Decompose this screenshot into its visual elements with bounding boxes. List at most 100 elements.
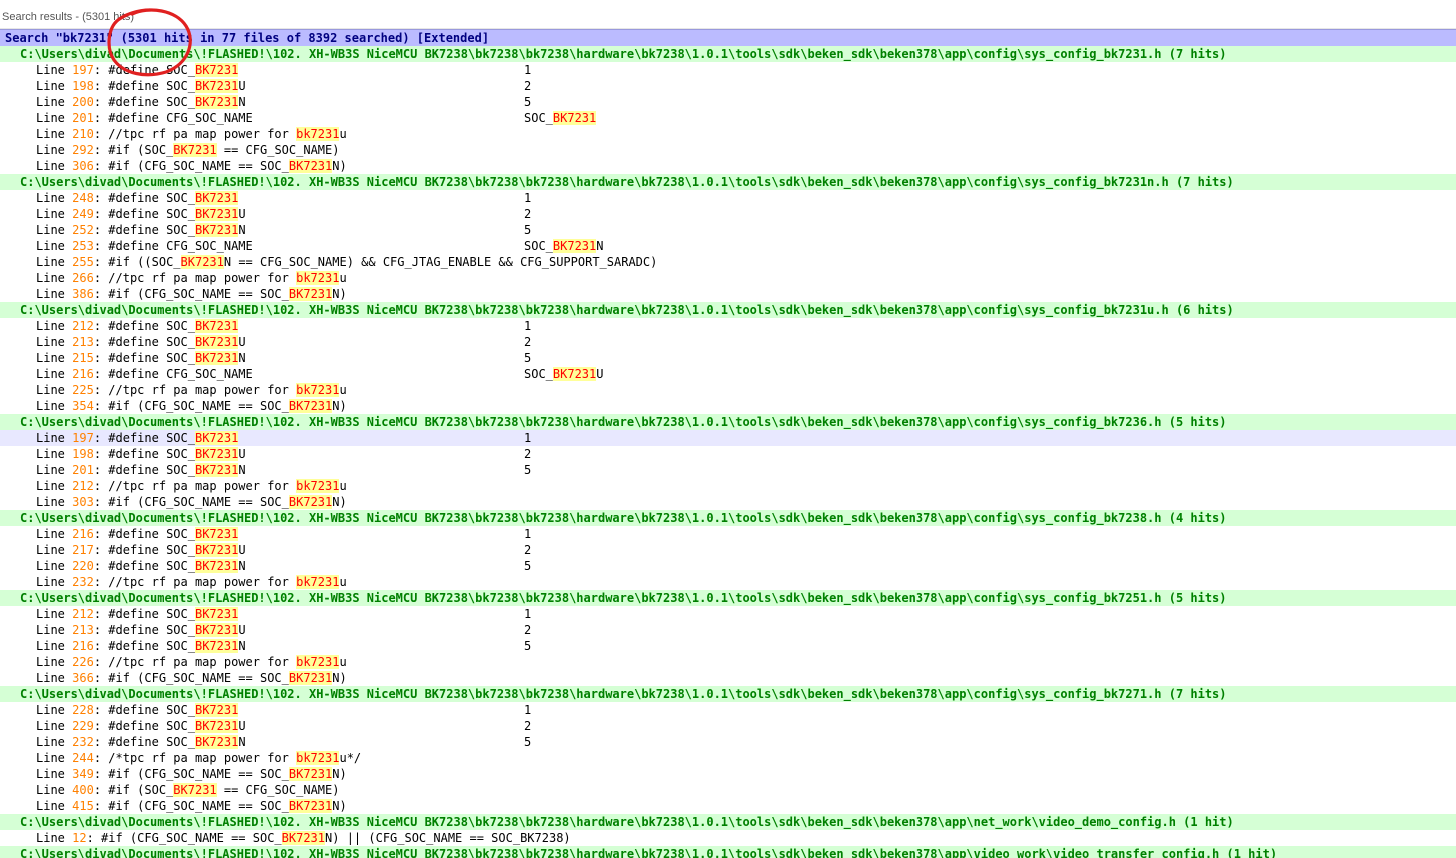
search-hit-highlight: bk7231 bbox=[296, 271, 340, 285]
line-code: #define SOC_BK7231N bbox=[108, 351, 246, 365]
line-result-row[interactable]: Line 213: #define SOC_BK7231U 2 bbox=[0, 622, 1456, 638]
line-result-row[interactable]: Line 248: #define SOC_BK7231 1 bbox=[0, 190, 1456, 206]
file-result-row[interactable]: C:\Users\divad\Documents\!FLASHED!\102. … bbox=[0, 414, 1456, 430]
line-result-row[interactable]: Line 249: #define SOC_BK7231U 2 bbox=[0, 206, 1456, 222]
line-result-row[interactable]: Line 292: #if (SOC_BK7231 == CFG_SOC_NAM… bbox=[0, 142, 1456, 158]
line-result-row[interactable]: Line 201: #define CFG_SOC_NAME SOC_BK7231 bbox=[0, 110, 1456, 126]
line-code: #if (SOC_BK7231 == CFG_SOC_NAME) bbox=[108, 783, 340, 797]
line-separator: : bbox=[93, 735, 109, 749]
line-code: #define CFG_SOC_NAME bbox=[108, 111, 253, 125]
line-separator: : bbox=[93, 719, 109, 733]
line-result-row[interactable]: Line 306: #if (CFG_SOC_NAME == SOC_BK723… bbox=[0, 158, 1456, 174]
line-result-row[interactable]: Line 217: #define SOC_BK7231U 2 bbox=[0, 542, 1456, 558]
line-code: #define SOC_BK7231N bbox=[108, 95, 246, 109]
line-result-row[interactable]: Line 212: #define SOC_BK7231 1 bbox=[0, 318, 1456, 334]
line-number: 212 bbox=[72, 479, 94, 493]
line-result-row[interactable]: Line 200: #define SOC_BK7231N 5 bbox=[0, 94, 1456, 110]
line-label: Line bbox=[36, 287, 73, 301]
line-result-row[interactable]: Line 216: #define SOC_BK7231N 5 bbox=[0, 638, 1456, 654]
line-separator: : bbox=[93, 271, 109, 285]
line-separator: : bbox=[93, 431, 109, 445]
search-hit-highlight: BK7231 bbox=[552, 367, 597, 381]
line-number: 216 bbox=[72, 527, 94, 541]
line-label: Line bbox=[36, 79, 73, 93]
search-hit-highlight: BK7231 bbox=[194, 431, 239, 445]
line-define-value: 1 bbox=[524, 63, 532, 77]
line-result-row[interactable]: Line 215: #define SOC_BK7231N 5 bbox=[0, 350, 1456, 366]
line-result-row[interactable]: Line 400: #if (SOC_BK7231 == CFG_SOC_NAM… bbox=[0, 782, 1456, 798]
search-hit-highlight: BK7231 bbox=[288, 799, 333, 813]
search-hit-highlight: BK7231 bbox=[194, 63, 239, 77]
line-label: Line bbox=[36, 447, 73, 461]
line-result-row[interactable]: Line 212: //tpc rf pa map power for bk72… bbox=[0, 478, 1456, 494]
line-code: #if (CFG_SOC_NAME == SOC_BK7231N) bbox=[108, 799, 347, 813]
line-code: #if (CFG_SOC_NAME == SOC_BK7231N) bbox=[108, 399, 347, 413]
line-result-row[interactable]: Line 366: #if (CFG_SOC_NAME == SOC_BK723… bbox=[0, 670, 1456, 686]
line-result-row[interactable]: Line 266: //tpc rf pa map power for bk72… bbox=[0, 270, 1456, 286]
search-hit-highlight: BK7231 bbox=[173, 783, 217, 797]
file-result-row[interactable]: C:\Users\divad\Documents\!FLASHED!\102. … bbox=[0, 686, 1456, 702]
line-result-row[interactable]: Line 228: #define SOC_BK7231 1 bbox=[0, 702, 1456, 718]
line-result-row[interactable]: Line 303: #if (CFG_SOC_NAME == SOC_BK723… bbox=[0, 494, 1456, 510]
line-result-row[interactable]: Line 244: /*tpc rf pa map power for bk72… bbox=[0, 750, 1456, 766]
line-result-row[interactable]: Line 197: #define SOC_BK7231 1 bbox=[0, 62, 1456, 78]
line-result-row[interactable]: Line 232: //tpc rf pa map power for bk72… bbox=[0, 574, 1456, 590]
file-result-row[interactable]: C:\Users\divad\Documents\!FLASHED!\102. … bbox=[0, 302, 1456, 318]
line-separator: : bbox=[93, 751, 109, 765]
line-number: 201 bbox=[72, 111, 94, 125]
line-result-row[interactable]: Line 12: #if (CFG_SOC_NAME == SOC_BK7231… bbox=[0, 830, 1456, 846]
search-hit-highlight: BK7231 bbox=[194, 639, 239, 653]
line-result-row[interactable]: Line 415: #if (CFG_SOC_NAME == SOC_BK723… bbox=[0, 798, 1456, 814]
file-result-row[interactable]: C:\Users\divad\Documents\!FLASHED!\102. … bbox=[0, 174, 1456, 190]
line-result-row[interactable]: Line 232: #define SOC_BK7231N 5 bbox=[0, 734, 1456, 750]
line-label: Line bbox=[36, 111, 73, 125]
line-result-row[interactable]: Line 255: #if ((SOC_BK7231N == CFG_SOC_N… bbox=[0, 254, 1456, 270]
line-code: #define SOC_BK7231U bbox=[108, 623, 246, 637]
line-number: 220 bbox=[72, 559, 94, 573]
line-result-row[interactable]: Line 349: #if (CFG_SOC_NAME == SOC_BK723… bbox=[0, 766, 1456, 782]
line-label: Line bbox=[36, 527, 73, 541]
file-result-row[interactable]: C:\Users\divad\Documents\!FLASHED!\102. … bbox=[0, 590, 1456, 606]
line-separator: : bbox=[93, 207, 109, 221]
line-label: Line bbox=[36, 367, 73, 381]
line-separator: : bbox=[93, 559, 109, 573]
line-result-row[interactable]: Line 197: #define SOC_BK7231 1 bbox=[0, 430, 1456, 446]
line-label: Line bbox=[36, 767, 73, 781]
line-result-row[interactable]: Line 225: //tpc rf pa map power for bk72… bbox=[0, 382, 1456, 398]
line-result-row[interactable]: Line 210: //tpc rf pa map power for bk72… bbox=[0, 126, 1456, 142]
file-result-row[interactable]: C:\Users\divad\Documents\!FLASHED!\102. … bbox=[0, 46, 1456, 62]
search-results-window: Search results - (5301 hits) Search "bk7… bbox=[0, 0, 1456, 858]
file-result-row[interactable]: C:\Users\divad\Documents\!FLASHED!\102. … bbox=[0, 846, 1456, 858]
line-result-row[interactable]: Line 198: #define SOC_BK7231U 2 bbox=[0, 78, 1456, 94]
line-result-row[interactable]: Line 201: #define SOC_BK7231N 5 bbox=[0, 462, 1456, 478]
line-result-row[interactable]: Line 220: #define SOC_BK7231N 5 bbox=[0, 558, 1456, 574]
line-label: Line bbox=[36, 431, 73, 445]
file-result-row[interactable]: C:\Users\divad\Documents\!FLASHED!\102. … bbox=[0, 510, 1456, 526]
search-results-panel[interactable]: Search "bk7231" (5301 hits in 77 files o… bbox=[0, 29, 1456, 858]
line-number: 198 bbox=[72, 447, 94, 461]
line-code: #define SOC_BK7231 bbox=[108, 191, 239, 205]
file-result-row[interactable]: C:\Users\divad\Documents\!FLASHED!\102. … bbox=[0, 814, 1456, 830]
line-result-row[interactable]: Line 213: #define SOC_BK7231U 2 bbox=[0, 334, 1456, 350]
line-number: 354 bbox=[72, 399, 94, 413]
line-separator: : bbox=[93, 127, 109, 141]
search-summary-row[interactable]: Search "bk7231" (5301 hits in 77 files o… bbox=[0, 29, 1456, 46]
line-result-row[interactable]: Line 229: #define SOC_BK7231U 2 bbox=[0, 718, 1456, 734]
line-result-row[interactable]: Line 386: #if (CFG_SOC_NAME == SOC_BK723… bbox=[0, 286, 1456, 302]
line-code: #define SOC_BK7231U bbox=[108, 719, 246, 733]
line-code: #if (CFG_SOC_NAME == SOC_BK7231N) bbox=[108, 671, 347, 685]
line-result-row[interactable]: Line 216: #define SOC_BK7231 1 bbox=[0, 526, 1456, 542]
line-result-row[interactable]: Line 198: #define SOC_BK7231U 2 bbox=[0, 446, 1456, 462]
search-hit-highlight: BK7231 bbox=[194, 527, 239, 541]
line-result-row[interactable]: Line 226: //tpc rf pa map power for bk72… bbox=[0, 654, 1456, 670]
line-result-row[interactable]: Line 253: #define CFG_SOC_NAME SOC_BK7231… bbox=[0, 238, 1456, 254]
line-result-row[interactable]: Line 354: #if (CFG_SOC_NAME == SOC_BK723… bbox=[0, 398, 1456, 414]
line-number: 217 bbox=[72, 543, 94, 557]
search-hit-highlight: BK7231 bbox=[288, 287, 333, 301]
line-number: 12 bbox=[72, 831, 87, 845]
line-result-row[interactable]: Line 212: #define SOC_BK7231 1 bbox=[0, 606, 1456, 622]
line-result-row[interactable]: Line 216: #define CFG_SOC_NAME SOC_BK7231… bbox=[0, 366, 1456, 382]
line-result-row[interactable]: Line 252: #define SOC_BK7231N 5 bbox=[0, 222, 1456, 238]
line-number: 415 bbox=[72, 799, 94, 813]
search-hit-highlight: BK7231 bbox=[288, 495, 333, 509]
